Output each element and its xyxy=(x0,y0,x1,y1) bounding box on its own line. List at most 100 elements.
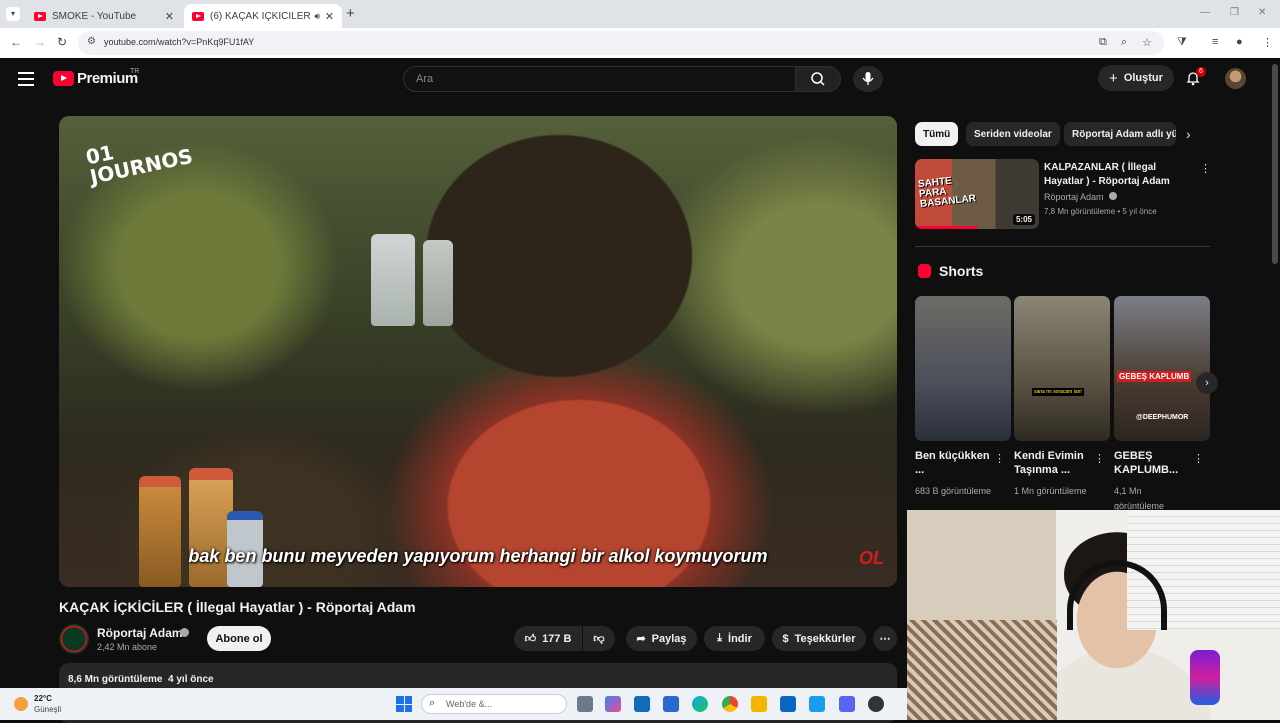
taskbar-search-input[interactable]: ⌕ Web'de &... xyxy=(421,694,567,714)
new-tab-icon[interactable]: + xyxy=(346,5,355,22)
close-tab-icon[interactable]: ✕ xyxy=(325,10,334,23)
channel-name: Röportaj Adam xyxy=(1044,192,1104,202)
chip-channel-videos[interactable]: Röportaj Adam adlı yü xyxy=(1064,122,1176,146)
share-button[interactable]: ➦ Paylaş xyxy=(626,626,697,651)
like-button[interactable]: 👍︎ 177 B xyxy=(514,626,582,651)
chevron-right-icon[interactable]: › xyxy=(1186,126,1191,142)
recommended-video-thumbnail[interactable]: SAHTE PARA BASANLAR 5:05 xyxy=(915,159,1039,229)
more-options-icon[interactable]: ⋮ xyxy=(1200,162,1211,175)
create-button[interactable]: + Oluştur xyxy=(1098,65,1174,91)
short-thumbnail[interactable] xyxy=(915,296,1011,441)
view-count: 8,6 Mn görüntüleme xyxy=(68,674,163,685)
more-options-icon[interactable]: ⋮ xyxy=(1193,452,1204,465)
outlook-icon[interactable] xyxy=(634,696,650,712)
profile-icon[interactable]: ● xyxy=(1236,36,1243,48)
copilot-icon[interactable] xyxy=(605,696,621,712)
video-subtitle: bak ben bunu meyveden yapıyorum herhangi… xyxy=(188,546,768,566)
browser-tab-smoke[interactable]: SMOKE - YouTube ✕ xyxy=(26,4,182,28)
short-handle: @DEEPHUMOR xyxy=(1136,414,1189,421)
extensions-icon[interactable]: ⧩ xyxy=(1177,36,1187,49)
more-options-icon[interactable]: ⋮ xyxy=(1094,452,1105,465)
channel-name[interactable]: Röportaj Adam xyxy=(97,626,183,640)
browser-nav-bar: ← → ↻ ⚙ youtube.com/watch?v=PnKq9FU1fAY … xyxy=(0,28,1280,58)
browser-menu-icon[interactable]: ⋮ xyxy=(1262,36,1273,49)
forward-icon[interactable]: → xyxy=(34,35,46,49)
browser-tab-active[interactable]: (6) KAÇAK İÇKİCİLER ( İlleg... 🔊︎ ✕ xyxy=(184,4,342,28)
juice-bottle xyxy=(139,476,181,587)
video-player[interactable]: 01 JOURNOS bak ben bunu meyveden yapıyor… xyxy=(59,116,897,587)
water-jug xyxy=(371,234,415,326)
share-label: Paylaş xyxy=(651,632,687,645)
search-input[interactable]: Ara xyxy=(403,66,796,92)
hamburger-menu-icon[interactable] xyxy=(18,72,34,86)
weather-sun-icon[interactable] xyxy=(14,697,28,711)
logo-text: Premium xyxy=(77,70,138,87)
reload-icon[interactable]: ↻ xyxy=(57,35,67,49)
download-label: İndir xyxy=(728,632,752,645)
task-view-icon[interactable] xyxy=(577,696,593,712)
zoom-icon[interactable]: ⌕ xyxy=(1121,36,1127,49)
edge-icon[interactable] xyxy=(692,696,708,712)
youtube-favicon-icon xyxy=(192,11,204,21)
bookmark-star-icon[interactable]: ☆ xyxy=(1142,36,1152,49)
thanks-dollar-icon: $ xyxy=(782,632,789,645)
tab-search-menu-icon[interactable]: ▾ xyxy=(6,7,20,21)
twitter-icon[interactable] xyxy=(809,696,825,712)
maximize-icon[interactable]: ❐ xyxy=(1230,7,1239,18)
recommended-meta: 7,8 Mn görüntüleme • 5 yıl önce xyxy=(1044,207,1157,216)
short-title[interactable]: GEBEŞ KAPLUMB... xyxy=(1114,449,1194,477)
channel-avatar[interactable] xyxy=(59,624,89,654)
video-watermark: 01 JOURNOS xyxy=(83,140,195,189)
app-icon[interactable] xyxy=(868,696,884,712)
voice-search-button[interactable] xyxy=(853,66,883,92)
discord-icon[interactable] xyxy=(839,696,855,712)
media-control-icon[interactable]: ≡ xyxy=(1212,36,1218,48)
thanks-button[interactable]: $ Teşekkürler xyxy=(772,626,866,651)
short-caption: sana mı soracam lan! xyxy=(1032,388,1084,396)
url-text[interactable]: youtube.com/watch?v=PnKq9FU1fAY xyxy=(104,37,254,47)
shorts-heading: Shorts xyxy=(939,263,984,279)
back-icon[interactable]: ← xyxy=(10,35,22,49)
close-window-icon[interactable]: ✕ xyxy=(1258,7,1266,18)
taskbar-search-placeholder: Web'de &... xyxy=(446,699,493,709)
youtube-play-icon xyxy=(53,71,74,86)
search-button[interactable] xyxy=(795,66,841,92)
water-jug xyxy=(423,240,453,326)
short-title[interactable]: Kendi Evimin Taşınma ... xyxy=(1014,449,1094,477)
chip-series-videos[interactable]: Seriden videolar xyxy=(966,122,1060,146)
video-title: KAÇAK İÇKİCİLER ( İllegal Hayatlar ) - R… xyxy=(59,599,416,615)
short-title[interactable]: Ben küçükken ... xyxy=(915,449,995,477)
linkedin-icon[interactable] xyxy=(780,696,796,712)
youtube-premium-logo[interactable]: Premium xyxy=(53,70,138,87)
search-icon: ⌕ xyxy=(429,697,436,709)
chip-all[interactable]: Tümü xyxy=(915,122,959,146)
file-explorer-icon[interactable] xyxy=(751,696,767,712)
upload-age: 5 yıl önce xyxy=(1122,207,1157,216)
windows-taskbar: 22°C Güneşli ⌕ Web'de &... xyxy=(0,688,907,720)
tab-title: SMOKE - YouTube xyxy=(52,10,137,22)
more-actions-icon[interactable]: ⋯ xyxy=(873,626,897,651)
download-button[interactable]: ⤓ İndir xyxy=(704,626,765,651)
video-duration: 5:05 xyxy=(1012,214,1035,225)
short-views: 683 B görüntüleme xyxy=(915,486,992,496)
page-scrollbar[interactable] xyxy=(1272,64,1278,264)
chevron-right-icon[interactable]: › xyxy=(1196,372,1218,394)
more-options-icon[interactable]: ⋮ xyxy=(994,452,1005,465)
close-tab-icon[interactable]: ✕ xyxy=(165,10,174,23)
windows-start-icon[interactable] xyxy=(396,696,412,712)
chrome-icon[interactable] xyxy=(722,696,738,712)
site-info-icon[interactable]: ⚙ xyxy=(87,36,96,47)
short-thumbnail[interactable]: GEBEŞ KAPLUMB @DEEPHUMOR xyxy=(1114,296,1210,441)
dislike-button[interactable]: 👎︎ xyxy=(583,626,615,651)
address-bar[interactable]: ⚙ youtube.com/watch?v=PnKq9FU1fAY ⧉ ⌕ ☆ xyxy=(78,31,1164,55)
install-app-icon[interactable]: ⧉ xyxy=(1099,36,1107,49)
subscribe-button[interactable]: Abone ol xyxy=(207,626,271,651)
audio-playing-icon[interactable]: 🔊︎ xyxy=(314,11,320,22)
recommended-channel[interactable]: Röportaj Adam xyxy=(1044,192,1118,202)
share-arrow-icon: ➦ xyxy=(636,633,646,645)
short-thumbnail[interactable]: sana mı soracam lan! xyxy=(1014,296,1110,441)
user-avatar[interactable] xyxy=(1225,68,1246,89)
recommended-video-title[interactable]: KALPAZANLAR ( İllegal Hayatlar ) - Röpor… xyxy=(1044,161,1196,189)
store-icon[interactable] xyxy=(663,696,679,712)
minimize-icon[interactable]: — xyxy=(1200,7,1210,18)
